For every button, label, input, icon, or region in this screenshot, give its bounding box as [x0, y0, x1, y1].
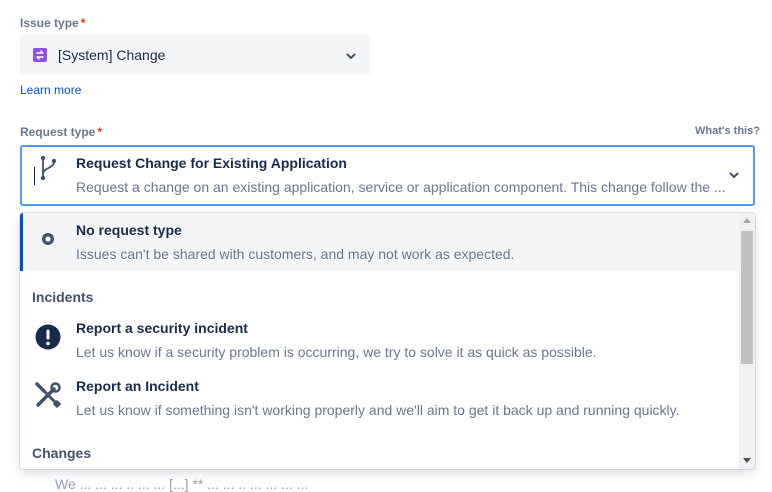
request-type-select[interactable]: Request Change for Existing Application …: [20, 145, 755, 206]
issue-type-value: [System] Change: [58, 47, 166, 63]
whats-this-link[interactable]: What's this?: [695, 125, 760, 137]
menu-scrollbar[interactable]: [739, 213, 755, 469]
option-description: Issues can't be shared with customers, a…: [76, 246, 515, 262]
change-type-icon: [33, 48, 47, 62]
menu-option-no-request-type[interactable]: No request type Issues can't be shared w…: [20, 213, 739, 271]
text-caret: [34, 167, 35, 185]
exclamation-icon: [34, 323, 62, 351]
branch-icon: [36, 154, 60, 187]
request-type-description: Request a change on an existing applicat…: [76, 179, 726, 195]
menu-option-report-incident[interactable]: Report an Incident Let us know if someth…: [20, 369, 739, 427]
issue-type-label: Issue type *: [20, 16, 86, 30]
request-type-menu[interactable]: No request type Issues can't be shared w…: [20, 213, 755, 469]
required-mark: *: [80, 16, 86, 30]
option-title: Report a security incident: [76, 320, 248, 336]
group-heading-incidents: Incidents: [32, 289, 94, 305]
scrollbar-thumb[interactable]: [741, 231, 753, 364]
scroll-up-arrow-icon[interactable]: [743, 218, 751, 223]
chevron-down-icon[interactable]: [345, 49, 357, 67]
option-description: Let us know if something isn't working p…: [76, 402, 680, 418]
request-type-title: Request Change for Existing Application: [76, 155, 347, 171]
option-description: Let us know if a security problem is occ…: [76, 344, 597, 360]
no-request-type-icon: [34, 225, 62, 253]
learn-more-link[interactable]: Learn more: [20, 83, 81, 97]
request-type-label: Request type *: [20, 125, 103, 139]
menu-option-security-incident[interactable]: Report a security incident Let us know i…: [20, 311, 739, 369]
option-title: No request type: [76, 222, 182, 238]
required-mark: *: [97, 125, 103, 139]
chevron-down-icon[interactable]: [728, 168, 740, 186]
issue-type-select[interactable]: [System] Change: [20, 35, 370, 75]
obscured-text-fragment: We ... ... ... .. ... ... [...] ** ... .…: [55, 476, 309, 492]
option-title: Report an Incident: [76, 378, 199, 394]
tools-icon: [34, 381, 62, 409]
group-heading-changes: Changes: [32, 445, 92, 461]
scroll-down-arrow-icon[interactable]: [743, 458, 751, 463]
